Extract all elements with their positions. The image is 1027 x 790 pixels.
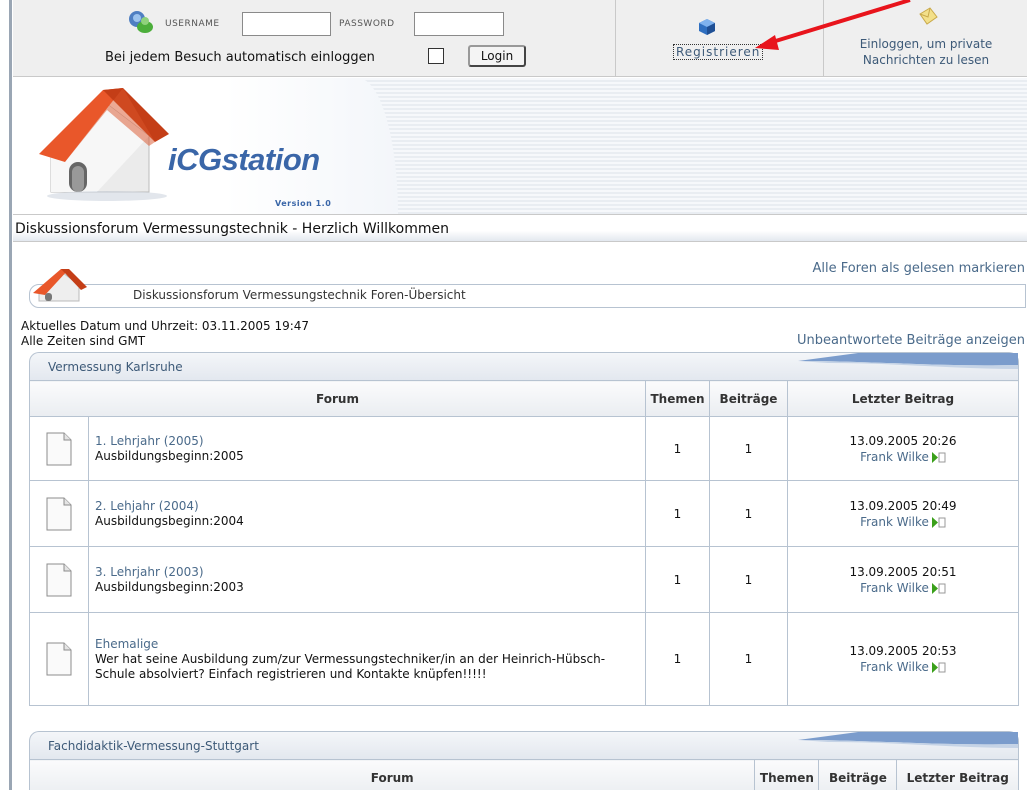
forum-document-icon: [46, 497, 72, 530]
forum-description: Ausbildungsbeginn:2004: [95, 513, 244, 528]
posts-count: 1: [709, 480, 788, 547]
forum-name-link[interactable]: 1. Lehrjahr (2005): [95, 434, 639, 449]
last-post-date: 13.09.2005 20:53: [849, 644, 957, 658]
top-bar: USERNAME PASSWORD Bei jedem Besuch autom…: [13, 0, 1027, 77]
page-left-border: [0, 0, 13, 790]
posts-count: 1: [709, 612, 788, 706]
column-topics: Themen: [645, 380, 710, 417]
welcome-text: Diskussionsforum Vermessungstechnik - He…: [15, 221, 449, 237]
table-row: 2. Lehjahr (2004) Ausbildungsbeginn:2004…: [29, 480, 1019, 547]
column-last-post: Letzter Beitrag: [896, 759, 1019, 790]
table-row: Ehemalige Wer hat seine Ausbildung zum/z…: [29, 612, 1019, 706]
auto-login-checkbox[interactable]: [428, 48, 444, 64]
category-title[interactable]: Vermessung Karlsruhe: [48, 360, 183, 374]
last-post-user-link[interactable]: Frank Wilke: [860, 515, 929, 529]
last-post-date: 13.09.2005 20:49: [849, 498, 957, 513]
forum-description: Ausbildungsbeginn:2005: [95, 448, 244, 463]
table-row: 1. Lehrjahr (2005) Ausbildungsbeginn:200…: [29, 416, 1019, 481]
go-to-post-icon[interactable]: [931, 582, 946, 594]
forum-table: Forum Themen Beiträge Letzter Beitrag: [28, 759, 1019, 790]
timezone-info: Alle Zeiten sind GMT: [21, 334, 146, 348]
forum-name-link[interactable]: 2. Lehjahr (2004): [95, 499, 639, 514]
forum-page: USERNAME PASSWORD Bei jedem Besuch autom…: [13, 0, 1027, 790]
table-header-row: Forum Themen Beiträge Letzter Beitrag: [28, 759, 1019, 790]
category-section: Fachdidaktik-Vermessung-Stuttgart Forum …: [28, 731, 1019, 790]
column-posts: Beiträge: [709, 380, 788, 417]
table-header-row: Forum Themen Beiträge Letzter Beitrag: [29, 380, 1019, 417]
password-input[interactable]: [414, 12, 504, 36]
category-header-decoration: [798, 353, 1018, 369]
category-section: Vermessung Karlsruhe Forum Themen Beiträ…: [29, 352, 1019, 706]
category-header-decoration: [798, 732, 1018, 748]
site-logo-text: iCGstation: [168, 142, 320, 177]
envelope-icon: [919, 7, 938, 25]
private-messages-link[interactable]: Einloggen, um private Nachrichten zu les…: [824, 36, 1027, 68]
column-topics: Themen: [754, 759, 820, 790]
forum-document-icon: [46, 432, 72, 465]
forum-description: Wer hat seine Ausbildung zum/zur Vermess…: [95, 651, 606, 681]
column-forum: Forum: [29, 380, 646, 417]
site-version: Version 1.0: [275, 199, 332, 208]
register-link[interactable]: Registrieren: [673, 44, 764, 60]
column-last-post: Letzter Beitrag: [787, 380, 1019, 417]
topics-count: 1: [645, 480, 710, 547]
private-messages-panel: Einloggen, um private Nachrichten zu les…: [823, 0, 1027, 77]
posts-count: 1: [709, 416, 788, 481]
forum-description: Ausbildungsbeginn:2003: [95, 579, 244, 594]
register-panel: Registrieren: [615, 0, 823, 77]
category-header: Vermessung Karlsruhe: [29, 352, 1019, 380]
category-title[interactable]: Fachdidaktik-Vermessung-Stuttgart: [48, 739, 259, 753]
last-post-user-link[interactable]: Frank Wilke: [860, 450, 929, 464]
house-logo-icon: [39, 88, 169, 201]
unanswered-posts-link[interactable]: Unbeantwortete Beiträge anzeigen: [797, 333, 1025, 348]
home-icon: [33, 269, 87, 302]
forum-table: Forum Themen Beiträge Letzter Beitrag 1.…: [29, 380, 1019, 706]
forum-document-icon: [46, 642, 72, 676]
column-posts: Beiträge: [818, 759, 898, 790]
auto-login-label: Bei jedem Besuch automatisch einloggen: [105, 50, 375, 65]
register-icon: [699, 19, 715, 35]
username-input[interactable]: [242, 12, 331, 36]
table-row: 3. Lehrjahr (2003) Ausbildungsbeginn:200…: [29, 546, 1019, 613]
go-to-post-icon[interactable]: [931, 516, 946, 528]
current-datetime: Aktuelles Datum und Uhrzeit: 03.11.2005 …: [21, 319, 310, 333]
go-to-post-icon[interactable]: [931, 662, 946, 673]
header-banner: iCGstation Version 1.0: [13, 78, 1027, 214]
last-post-date: 13.09.2005 20:51: [849, 564, 957, 579]
forum-name-link[interactable]: 3. Lehrjahr (2003): [95, 565, 639, 580]
user-icon: [129, 11, 153, 33]
topics-count: 1: [645, 416, 710, 481]
password-label: PASSWORD: [339, 19, 395, 29]
last-post-user-link[interactable]: Frank Wilke: [860, 581, 929, 595]
column-forum: Forum: [28, 759, 756, 790]
topics-count: 1: [645, 612, 710, 706]
forum-document-icon: [46, 563, 72, 596]
logo-panel: iCGstation Version 1.0: [13, 78, 398, 214]
last-post-date: 13.09.2005 20:26: [849, 433, 957, 448]
welcome-bar: Diskussionsforum Vermessungstechnik - He…: [13, 214, 1027, 242]
posts-count: 1: [709, 546, 788, 613]
last-post-user-link[interactable]: Frank Wilke: [860, 660, 929, 674]
category-header: Fachdidaktik-Vermessung-Stuttgart: [29, 731, 1019, 759]
login-panel: USERNAME PASSWORD Bei jedem Besuch autom…: [13, 0, 615, 77]
forum-name-link[interactable]: Ehemalige: [95, 637, 639, 652]
breadcrumb-link[interactable]: Diskussionsforum Vermessungstechnik Fore…: [133, 288, 466, 302]
go-to-post-icon[interactable]: [931, 451, 946, 463]
username-label: USERNAME: [165, 19, 220, 29]
topics-count: 1: [645, 546, 710, 613]
mark-all-read-link[interactable]: Alle Foren als gelesen markieren: [812, 261, 1025, 276]
login-button[interactable]: Login: [468, 45, 526, 67]
